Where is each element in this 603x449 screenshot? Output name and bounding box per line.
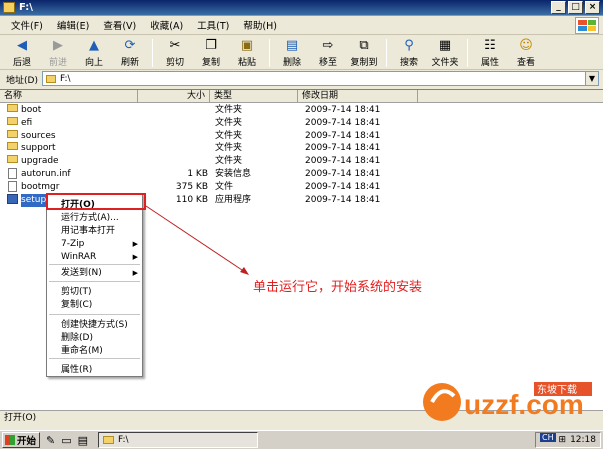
language-indicator[interactable]: CH (540, 433, 556, 442)
watermark-tag: 东坡下载 (537, 383, 577, 396)
explorer-window: F:\ _ □ × 文件(F) 编辑(E) 查看(V) 收藏(A) 工具(T) … (0, 0, 603, 449)
folder-icon (103, 436, 114, 444)
clock: 12:18 (570, 435, 596, 445)
desktop-icon[interactable]: ▭ (61, 434, 71, 447)
annotation-text: 单击运行它，开始系统的安装 (253, 280, 423, 295)
watermark-logo: uzzf.com 东坡下载 (418, 372, 603, 428)
status-text: 打开(O) (4, 413, 37, 423)
taskbar-window-button[interactable]: F:\ (98, 432, 258, 448)
quick-launch-icon[interactable]: ✎ (46, 434, 55, 447)
explorer-icon[interactable]: ▤ (78, 434, 88, 447)
start-button[interactable]: 开始 (2, 432, 40, 448)
network-icon[interactable]: ⊞ (559, 435, 567, 445)
taskbar: 开始 ✎ ▭ ▤ F:\ ⊞ 12:18 (0, 430, 603, 449)
windows-flag-icon (5, 435, 15, 445)
